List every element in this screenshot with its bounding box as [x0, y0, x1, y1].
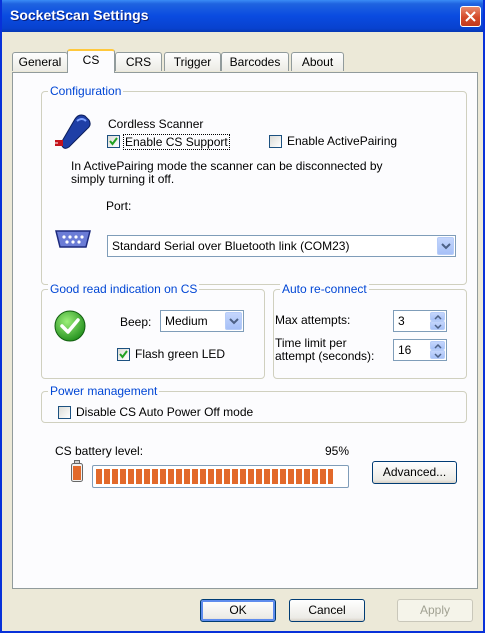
- power-management-group-label: Power management: [48, 384, 160, 398]
- time-limit-value: 16: [398, 343, 412, 357]
- tab-about[interactable]: About: [291, 52, 344, 71]
- battery-level-label: CS battery level:: [55, 444, 144, 458]
- serial-port-icon: [55, 230, 91, 248]
- close-button[interactable]: [460, 6, 481, 27]
- max-attempts-value: 3: [398, 314, 405, 328]
- max-attempts-spinner[interactable]: 3: [393, 310, 447, 332]
- auto-reconnect-group-label: Auto re-connect: [280, 282, 369, 296]
- port-select[interactable]: Standard Serial over Bluetooth link (COM…: [107, 235, 456, 257]
- port-dropdown-button[interactable]: [437, 237, 454, 255]
- chevron-down-icon: [229, 318, 239, 325]
- battery-percent-text: 95%: [325, 444, 350, 458]
- cordless-scanner-icon: [55, 114, 91, 149]
- good-read-check-icon: [54, 310, 86, 342]
- device-name-label: Cordless Scanner: [108, 117, 204, 131]
- close-icon: [465, 11, 476, 22]
- port-label: Port:: [106, 199, 132, 213]
- battery-level-bar: [92, 465, 349, 488]
- apply-button[interactable]: Apply: [397, 599, 473, 622]
- settings-window: SocketScan Settings General CS CRS Trigg…: [0, 0, 485, 633]
- disable-auto-power-off-checkbox[interactable]: [58, 406, 71, 419]
- activepairing-info-line1: In ActivePairing mode the scanner can be…: [71, 159, 383, 173]
- chevron-down-icon: [441, 243, 451, 250]
- time-limit-label-line2: attempt (seconds):: [275, 349, 375, 363]
- battery-icon: [71, 460, 83, 482]
- checkmark-icon: [119, 350, 128, 359]
- beep-dropdown-button[interactable]: [225, 312, 242, 330]
- tab-barcodes[interactable]: Barcodes: [221, 52, 289, 71]
- battery-level-fill: [96, 469, 333, 484]
- time-limit-down-button[interactable]: [430, 350, 445, 359]
- enable-cs-support-label[interactable]: Enable CS Support: [123, 134, 230, 150]
- activepairing-info-line2: simply turning it off.: [71, 172, 175, 186]
- max-attempts-label: Max attempts:: [275, 313, 351, 327]
- tab-general[interactable]: General: [12, 52, 68, 71]
- beep-select-value: Medium: [165, 314, 208, 328]
- title-bar[interactable]: SocketScan Settings: [2, 0, 483, 32]
- disable-auto-power-off-label[interactable]: Disable CS Auto Power Off mode: [76, 405, 253, 419]
- time-limit-up-button[interactable]: [430, 341, 445, 350]
- time-limit-label-line1: Time limit per: [275, 336, 347, 350]
- tab-trigger[interactable]: Trigger: [164, 52, 221, 71]
- good-read-group-label: Good read indication on CS: [48, 282, 200, 296]
- time-limit-spinner[interactable]: 16: [393, 339, 447, 361]
- tab-cs[interactable]: CS: [67, 49, 115, 73]
- cs-tab-panel: Configuration Cordless Scanner Enable CS…: [12, 72, 478, 589]
- chevron-down-icon: [434, 324, 442, 329]
- beep-label: Beep:: [120, 315, 152, 329]
- enable-activepairing-checkbox[interactable]: [269, 135, 282, 148]
- enable-cs-support-checkbox[interactable]: [107, 135, 120, 148]
- checkmark-icon: [109, 137, 118, 146]
- window-title: SocketScan Settings: [10, 7, 149, 23]
- advanced-button[interactable]: Advanced...: [372, 461, 457, 484]
- chevron-up-icon: [434, 344, 442, 349]
- beep-select[interactable]: Medium: [160, 310, 244, 332]
- max-attempts-up-button[interactable]: [430, 312, 445, 321]
- max-attempts-down-button[interactable]: [430, 321, 445, 330]
- cancel-button[interactable]: Cancel: [289, 599, 365, 622]
- ok-button[interactable]: OK: [200, 599, 276, 622]
- enable-activepairing-label[interactable]: Enable ActivePairing: [287, 134, 397, 148]
- configuration-group-label: Configuration: [48, 84, 124, 98]
- auto-reconnect-group: Auto re-connect: [273, 282, 467, 379]
- tab-crs[interactable]: CRS: [115, 52, 162, 71]
- chevron-down-icon: [434, 353, 442, 358]
- flash-green-led-checkbox[interactable]: [117, 348, 130, 361]
- chevron-up-icon: [434, 315, 442, 320]
- flash-green-led-label[interactable]: Flash green LED: [135, 347, 225, 361]
- port-select-value: Standard Serial over Bluetooth link (COM…: [112, 239, 350, 253]
